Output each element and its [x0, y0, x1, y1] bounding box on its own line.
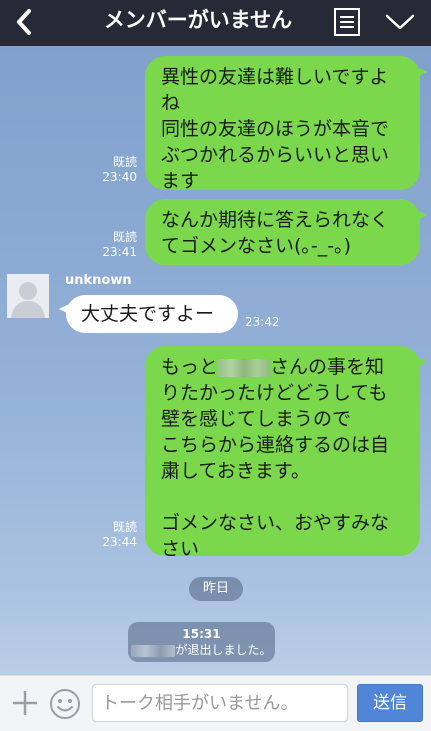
read-label: 既読 [112, 230, 137, 244]
read-receipt: 既読 23:44 [97, 520, 137, 550]
message-line: 同性の友達のほうが本音で [161, 118, 390, 140]
outgoing-message[interactable]: もっと さんの事を知 りたかったけどどうしても 壁を感じてしまうので こちらから連… [145, 346, 427, 560]
message-time: 23:42 [245, 315, 280, 329]
message-line: さい [161, 538, 200, 560]
redacted-name [131, 644, 176, 657]
outgoing-message[interactable]: 異性の友達は難しいですよ ね 同性の友達のほうが本音で ぶつかれるからいいと思い… [145, 56, 427, 192]
read-label: 既読 [112, 155, 137, 169]
back-icon[interactable] [10, 7, 40, 37]
message-time: 23:40 [102, 170, 137, 184]
plus-icon[interactable] [10, 688, 40, 718]
message-line: 異性の友達は難しいですよ [161, 66, 389, 88]
message-line: ゴメンなさい、おやすみな [161, 512, 390, 534]
message-text: さんの事を知 [270, 356, 385, 378]
incoming-message[interactable]: 大丈夫ですよー [59, 295, 238, 333]
chat-title: メンバーがいません [103, 8, 293, 32]
message-line: ね [161, 92, 181, 114]
message-input[interactable] [92, 684, 348, 722]
date-divider: 昨日 [189, 577, 243, 601]
composer-bar: 送信 [0, 675, 431, 731]
message-line: こちらから連絡するのは自 [161, 434, 390, 456]
message-line: てゴメンなさい(｡-_-｡) [161, 235, 352, 257]
message-line: もっと さんの事を知 [161, 354, 406, 380]
default-avatar-icon [7, 274, 49, 318]
read-receipt: 既読 23:40 [97, 155, 137, 185]
system-text-line: が退出しました。 [128, 642, 275, 658]
system-message: 15:31 が退出しました。 [128, 622, 275, 662]
message-line: ます [161, 170, 200, 192]
send-button[interactable]: 送信 [357, 684, 423, 722]
message-text: もっと [161, 356, 219, 378]
system-text: が退出しました。 [175, 643, 272, 657]
message-line: 壁を感じてしまうので [161, 408, 352, 430]
read-receipt: 既読 23:41 [97, 230, 137, 260]
redacted-name [218, 358, 271, 377]
outgoing-message[interactable]: なんか期待に答えられなく てゴメンなさい(｡-_-｡) [145, 199, 427, 265]
message-line: りたかったけどどうしても [161, 382, 388, 404]
chevron-down-icon[interactable] [384, 11, 416, 33]
emoji-icon[interactable] [49, 688, 81, 720]
message-time: 23:44 [102, 535, 137, 549]
system-time: 15:31 [182, 627, 221, 641]
avatar[interactable] [7, 274, 49, 318]
read-label: 既読 [112, 520, 137, 534]
message-line: なんか期待に答えられなく [161, 209, 390, 231]
sender-name: unknown [65, 273, 132, 288]
message-time: 23:41 [102, 245, 137, 259]
message-line: ぶつかれるからいいと思い [161, 144, 390, 166]
header: メンバーがいません [0, 0, 431, 46]
message-line: 粛しておきます。 [161, 460, 310, 482]
menu-icon[interactable] [334, 8, 360, 36]
